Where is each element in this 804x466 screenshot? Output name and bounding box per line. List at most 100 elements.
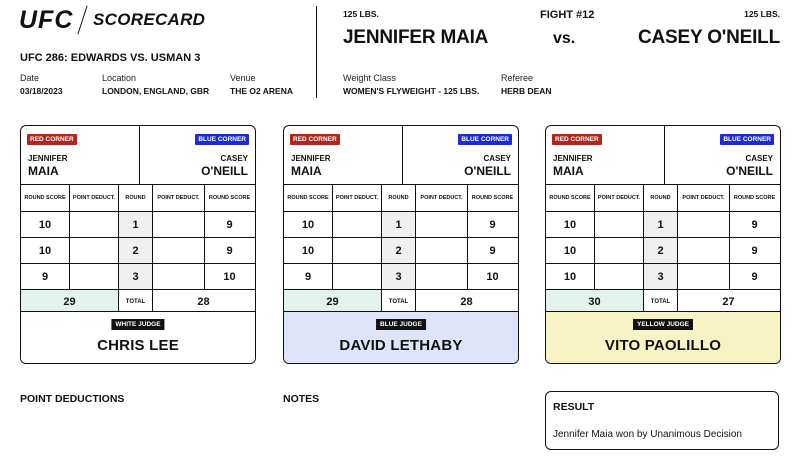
score-grid: ROUND SCORE POINT DEDUCT. ROUND POINT DE… [21,185,255,315]
left-point-deduction [595,264,644,289]
round-header: ROUND [119,185,153,211]
card-header: RED CORNER BLUE CORNER JENNIFER MAIA CAS… [21,126,255,185]
left-round-score: 10 [546,212,595,237]
right-point-deduction [678,264,730,289]
left-round-score: 10 [284,238,333,263]
round-row: 10 2 9 [284,238,518,264]
round-number: 2 [119,238,153,263]
judge-badge: BLUE JUDGE [376,319,426,330]
left-point-deduction [70,238,119,263]
red-corner-badge: RED CORNER [290,134,340,145]
right-point-deduction [416,264,468,289]
location-label: Location [102,73,137,83]
judge-name: CHRIS LEE [97,337,179,354]
blue-fighter-last-name: O'NEILL [726,164,773,178]
round-score-header: ROUND SCORE [733,194,776,201]
judge-name: DAVID LETHABY [339,337,463,354]
round-score-header: ROUND SCORE [208,194,251,201]
right-round-score: 9 [489,244,496,257]
red-fighter-first-name: JENNIFER [28,154,68,163]
left-fighter-weight: 125 LBS. [343,9,379,19]
left-point-deduction [333,238,382,263]
left-round-score: 10 [546,264,595,289]
round-row: 10 2 9 [546,238,780,264]
round-number: 1 [644,212,678,237]
round-score-header: ROUND SCORE [471,194,514,201]
logo-divider [77,5,88,35]
right-round-score: 9 [751,270,758,283]
right-round-score: 10 [223,270,236,283]
scorecard-title: SCORECARD [93,10,206,29]
round-row: 10 1 9 [284,212,518,238]
left-point-deduction [595,238,644,263]
round-row: 10 1 9 [546,212,780,238]
right-fighter-name: CASEY O'NEILL [638,27,780,48]
blue-corner-badge: BLUE CORNER [195,134,249,145]
round-number: 3 [119,264,153,289]
point-deduct-header: POINT DEDUCT. [70,185,119,211]
judge-name: VITO PAOLILLO [604,337,722,354]
card-header-divider [139,126,140,185]
blue-fighter-last-name: O'NEILL [201,164,248,178]
right-round-score: 9 [226,218,233,231]
round-row: 10 1 9 [21,212,255,238]
judge-area: WHITE JUDGE CHRIS LEE [21,311,255,363]
round-row: 10 2 9 [21,238,255,264]
round-score-header: ROUND SCORE [21,185,70,211]
judge-scorecard: RED CORNER BLUE CORNER JENNIFER MAIA CAS… [283,125,519,364]
red-corner-badge: RED CORNER [552,134,602,145]
right-round-score: 9 [751,244,758,257]
round-row: 9 3 10 [21,264,255,290]
left-point-deduction [595,212,644,237]
red-fighter-first-name: JENNIFER [553,154,593,163]
result-text: Jennifer Maia won by Unanimous Decision [553,429,742,440]
card-header: RED CORNER BLUE CORNER JENNIFER MAIA CAS… [284,126,518,185]
judge-badge: WHITE JUDGE [111,319,165,330]
referee-label: Referee [501,73,534,83]
venue-label: Venue [230,73,256,83]
vs-label: vs. [553,30,576,47]
round-number: 3 [644,264,678,289]
judge-badge: YELLOW JUDGE [632,319,694,330]
right-round-score: 9 [489,218,496,231]
judge-scorecard: RED CORNER BLUE CORNER JENNIFER MAIA CAS… [20,125,256,364]
right-fighter-weight: 125 LBS. [744,9,780,19]
blue-fighter-first-name: CASEY [220,154,248,163]
left-round-score: 10 [546,238,595,263]
point-deduct-header: POINT DEDUCT. [595,185,644,211]
location-value: LONDON, ENGLAND, GBR [102,86,210,96]
round-number: 1 [382,212,416,237]
judge-scorecard: RED CORNER BLUE CORNER JENNIFER MAIA CAS… [545,125,781,364]
point-deduct-header: POINT DEDUCT. [153,185,205,211]
weight-class-label: Weight Class [343,73,396,83]
right-point-deduction [153,212,205,237]
red-fighter-last-name: MAIA [291,164,322,178]
column-headers: ROUND SCORE POINT DEDUCT. ROUND POINT DE… [21,185,255,212]
right-point-deduction [416,212,468,237]
left-point-deduction [333,264,382,289]
right-point-deduction [153,238,205,263]
ufc-logo: UFC [19,6,74,34]
right-point-deduction [678,212,730,237]
blue-corner-badge: BLUE CORNER [720,134,774,145]
result-title: RESULT [553,401,595,413]
right-round-score: 10 [486,270,499,283]
judge-area: BLUE JUDGE DAVID LETHABY [284,311,518,363]
left-round-score: 10 [284,212,333,237]
right-round-score: 9 [751,218,758,231]
column-headers: ROUND SCORE POINT DEDUCT. ROUND POINT DE… [284,185,518,212]
round-number: 2 [644,238,678,263]
score-grid: ROUND SCORE POINT DEDUCT. ROUND POINT DE… [284,185,518,315]
score-grid: ROUND SCORE POINT DEDUCT. ROUND POINT DE… [546,185,780,315]
right-point-deduction [153,264,205,289]
left-point-deduction [70,264,119,289]
red-fighter-last-name: MAIA [28,164,59,178]
right-point-deduction [416,238,468,263]
round-number: 2 [382,238,416,263]
date-label: Date [20,73,40,83]
blue-fighter-last-name: O'NEILL [464,164,511,178]
point-deductions-title: POINT DEDUCTIONS [20,393,125,405]
blue-fighter-first-name: CASEY [483,154,511,163]
event-name: UFC 286: EDWARDS VS. USMAN 3 [20,52,201,64]
left-point-deduction [70,212,119,237]
